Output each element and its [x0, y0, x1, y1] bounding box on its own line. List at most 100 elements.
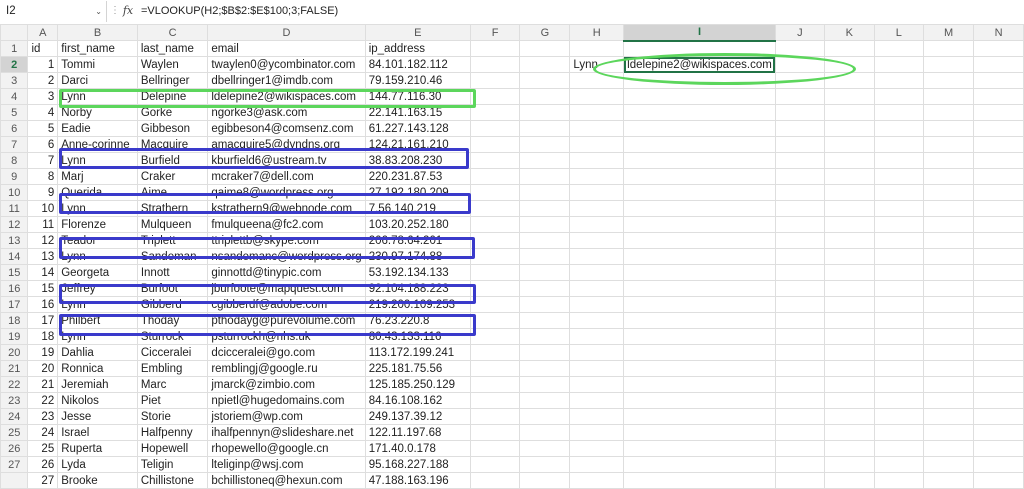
column-header-n[interactable]: N — [973, 24, 1024, 41]
cell-n6[interactable] — [973, 120, 1024, 137]
cell-a4[interactable]: 3 — [27, 88, 59, 105]
cell-n28[interactable] — [973, 472, 1024, 489]
cell-j27[interactable] — [774, 456, 826, 473]
cell-n9[interactable] — [973, 168, 1024, 185]
cell-f10[interactable] — [469, 184, 521, 201]
cell-j12[interactable] — [774, 216, 826, 233]
cell-b20[interactable]: Dahlia — [57, 344, 138, 361]
cell-i9[interactable] — [623, 168, 776, 185]
cell-g10[interactable] — [519, 184, 571, 201]
cell-b3[interactable]: Darci — [57, 72, 138, 89]
cell-g13[interactable] — [519, 232, 571, 249]
cell-h20[interactable] — [569, 344, 625, 361]
cell-n4[interactable] — [973, 88, 1024, 105]
cell-k4[interactable] — [824, 88, 875, 105]
cell-c9[interactable]: Craker — [136, 168, 209, 185]
cell-h22[interactable] — [569, 376, 625, 393]
column-header-l[interactable]: L — [873, 24, 925, 41]
cell-f12[interactable] — [469, 216, 521, 233]
cell-m21[interactable] — [923, 360, 975, 377]
cell-l1[interactable] — [873, 40, 925, 57]
cell-n15[interactable] — [973, 264, 1024, 281]
cell-d26[interactable]: rhopewello@google.cn — [207, 440, 366, 457]
cell-k5[interactable] — [824, 104, 875, 121]
cell-k12[interactable] — [824, 216, 875, 233]
cell-a22[interactable]: 21 — [27, 376, 59, 393]
cell-e2[interactable]: 84.101.182.112 — [364, 56, 471, 73]
cell-m24[interactable] — [923, 408, 975, 425]
cell-c25[interactable]: Halfpenny — [136, 424, 209, 441]
cell-d1[interactable]: email — [207, 40, 366, 57]
cell-i22[interactable] — [623, 376, 776, 393]
cell-g3[interactable] — [519, 72, 571, 89]
row-header[interactable]: 15 — [0, 264, 29, 281]
cell-a15[interactable]: 14 — [27, 264, 59, 281]
cell-e12[interactable]: 103.20.252.180 — [364, 216, 471, 233]
cell-b6[interactable]: Eadie — [57, 120, 138, 137]
cell-d25[interactable]: ihalfpennyn@slideshare.net — [207, 424, 366, 441]
cell-g7[interactable] — [519, 136, 571, 153]
cell-g1[interactable] — [519, 40, 571, 57]
cell-l8[interactable] — [873, 152, 925, 169]
cell-g19[interactable] — [519, 328, 571, 345]
row-header[interactable]: 23 — [0, 392, 29, 409]
cell-l4[interactable] — [873, 88, 925, 105]
column-header-j[interactable]: J — [774, 24, 826, 41]
cell-l7[interactable] — [873, 136, 925, 153]
cell-n10[interactable] — [973, 184, 1024, 201]
cell-f3[interactable] — [469, 72, 521, 89]
cell-h13[interactable] — [569, 232, 625, 249]
cell-h28[interactable] — [569, 472, 625, 489]
cell-h8[interactable] — [569, 152, 625, 169]
cell-l12[interactable] — [873, 216, 925, 233]
cell-n20[interactable] — [973, 344, 1024, 361]
cell-a11[interactable]: 10 — [27, 200, 59, 217]
cell-m28[interactable] — [923, 472, 975, 489]
cell-i19[interactable] — [623, 328, 776, 345]
cell-k9[interactable] — [824, 168, 875, 185]
cell-n27[interactable] — [973, 456, 1024, 473]
cell-c20[interactable]: Cicceralei — [136, 344, 209, 361]
cell-n21[interactable] — [973, 360, 1024, 377]
cell-i26[interactable] — [623, 440, 776, 457]
cell-g5[interactable] — [519, 104, 571, 121]
cell-k11[interactable] — [824, 200, 875, 217]
cell-m13[interactable] — [923, 232, 975, 249]
cell-e27[interactable]: 95.168.227.188 — [364, 456, 471, 473]
cell-l28[interactable] — [873, 472, 925, 489]
row-header[interactable]: 16 — [0, 280, 29, 297]
cell-h27[interactable] — [569, 456, 625, 473]
cell-f14[interactable] — [469, 248, 521, 265]
cell-k16[interactable] — [824, 280, 875, 297]
row-header[interactable]: 14 — [0, 248, 29, 265]
cell-b12[interactable]: Florenze — [57, 216, 138, 233]
cell-i28[interactable] — [623, 472, 776, 489]
cell-j24[interactable] — [774, 408, 826, 425]
row-header[interactable]: 19 — [0, 328, 29, 345]
cell-b24[interactable]: Jesse — [57, 408, 138, 425]
cell-f21[interactable] — [469, 360, 521, 377]
cell-l10[interactable] — [873, 184, 925, 201]
cell-l2[interactable] — [873, 56, 925, 73]
row-header[interactable]: 6 — [0, 120, 29, 137]
cell-m4[interactable] — [923, 88, 975, 105]
cell-l6[interactable] — [873, 120, 925, 137]
cell-i10[interactable] — [623, 184, 776, 201]
cell-g8[interactable] — [519, 152, 571, 169]
cell-m20[interactable] — [923, 344, 975, 361]
cell-i13[interactable] — [623, 232, 776, 249]
cell-g27[interactable] — [519, 456, 571, 473]
cell-g25[interactable] — [519, 424, 571, 441]
cell-c2[interactable]: Waylen — [136, 56, 209, 73]
cell-i5[interactable] — [623, 104, 776, 121]
name-box[interactable]: I2 ⌄ — [0, 1, 107, 22]
cell-h1[interactable] — [569, 40, 625, 57]
row-header[interactable]: 7 — [0, 136, 29, 153]
cell-i18[interactable] — [623, 312, 776, 329]
cell-j21[interactable] — [774, 360, 826, 377]
cell-k21[interactable] — [824, 360, 875, 377]
cell-b22[interactable]: Jeremiah — [57, 376, 138, 393]
row-header[interactable]: 9 — [0, 168, 29, 185]
cell-l27[interactable] — [873, 456, 925, 473]
row-header[interactable]: 20 — [0, 344, 29, 361]
